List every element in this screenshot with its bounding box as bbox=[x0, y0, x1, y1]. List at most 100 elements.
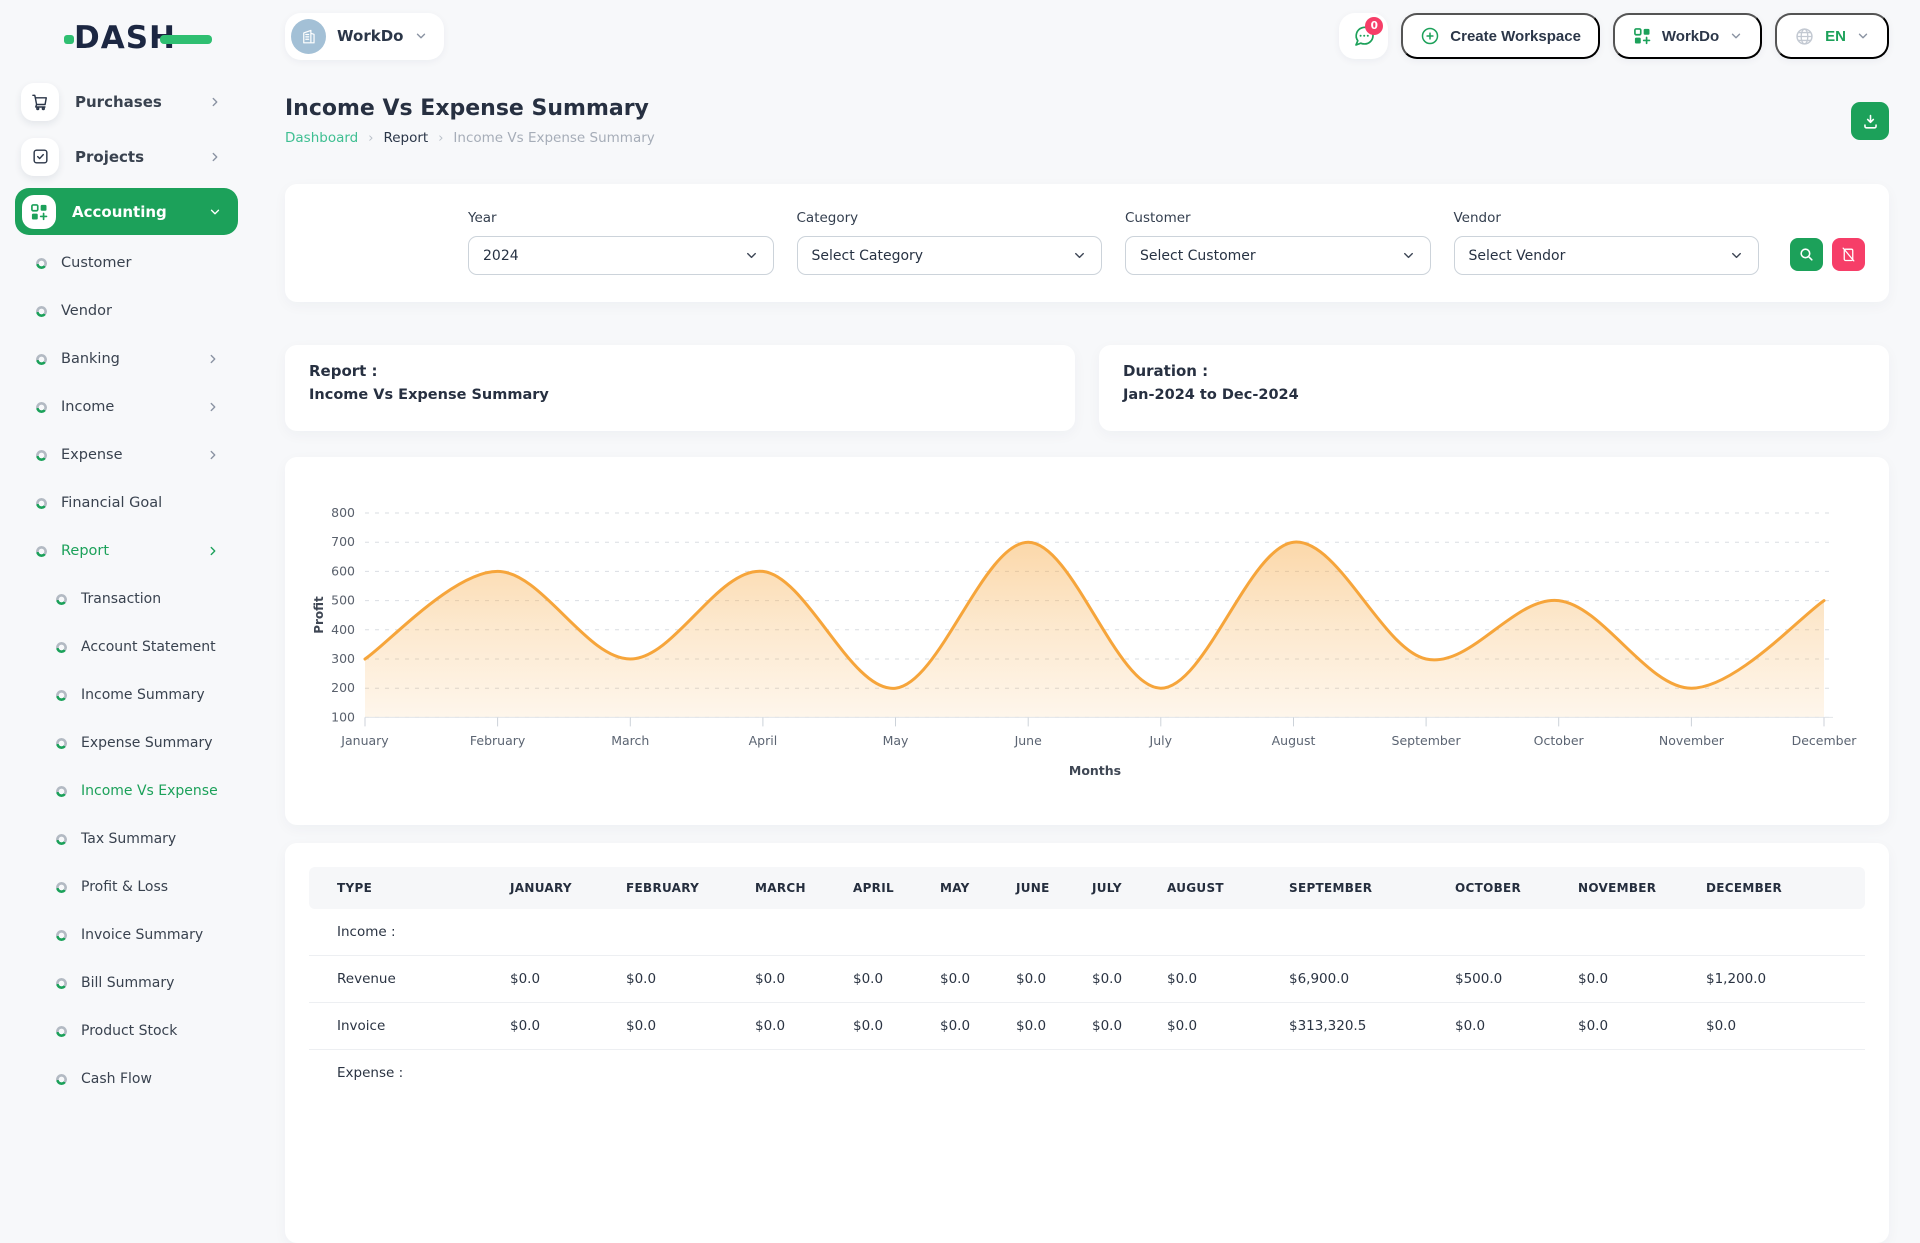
sidebar-item-banking[interactable]: Banking bbox=[0, 335, 240, 383]
sidebar-item-transaction[interactable]: Transaction bbox=[0, 575, 240, 623]
svg-text:100: 100 bbox=[331, 709, 355, 724]
page-header: Income Vs Expense Summary Dashboard›Repo… bbox=[285, 96, 1889, 146]
cell-december: $1,200.0 bbox=[1698, 956, 1865, 1003]
sidebar-item-expense-summary[interactable]: Expense Summary bbox=[0, 719, 240, 767]
cell-june bbox=[1008, 909, 1084, 956]
sidebar-item-account-statement[interactable]: Account Statement bbox=[0, 623, 240, 671]
cell-september bbox=[1281, 909, 1447, 956]
sidebar-item-vendor[interactable]: Vendor bbox=[0, 287, 240, 335]
language-selector[interactable]: EN bbox=[1775, 13, 1889, 59]
report-submenu: Transaction Account StatementIncome Summa… bbox=[0, 575, 240, 1103]
grid-plus-icon bbox=[22, 195, 56, 229]
workspace-menu-label: WorkDo bbox=[1662, 28, 1719, 45]
sidebar-item-bill-summary[interactable]: Bill Summary bbox=[0, 959, 240, 1007]
cell-december bbox=[1698, 1050, 1865, 1097]
download-report-button[interactable] bbox=[1851, 102, 1889, 140]
sidebar-item-accounting[interactable]: Accounting bbox=[15, 188, 238, 235]
cell-january bbox=[502, 909, 618, 956]
sidebar-item-income[interactable]: Income bbox=[0, 383, 240, 431]
sidebar-item-report[interactable]: Report bbox=[0, 527, 240, 575]
profit-chart-card: 100200300400500600700800JanuaryFebruaryM… bbox=[285, 457, 1889, 825]
breadcrumb-item-report[interactable]: Report bbox=[383, 130, 428, 146]
report-label: Report : bbox=[309, 362, 1051, 380]
sidebar-item-financial-goal[interactable]: Financial Goal bbox=[0, 479, 240, 527]
sidebar-item-label: Vendor bbox=[61, 303, 112, 319]
vendor-select[interactable]: Select Vendor bbox=[1454, 236, 1760, 275]
bullet-ring-icon bbox=[56, 786, 67, 797]
bullet-ring-icon bbox=[36, 402, 47, 413]
table-column-february: FEBRUARY bbox=[618, 867, 747, 909]
sidebar-item-customer[interactable]: Customer bbox=[0, 239, 240, 287]
customer-select[interactable]: Select Customer bbox=[1125, 236, 1431, 275]
sidebar-item-label: Cash Flow bbox=[81, 1071, 152, 1087]
sidebar-item-income-vs-expense[interactable]: Income Vs Expense bbox=[0, 767, 240, 815]
sidebar-item-label: Transaction bbox=[81, 591, 161, 607]
messages-button[interactable]: 0 bbox=[1339, 13, 1388, 59]
cell-september: $6,900.0 bbox=[1281, 956, 1447, 1003]
bullet-ring-icon bbox=[56, 690, 67, 701]
chevron-down-icon bbox=[1729, 29, 1743, 43]
cell-october: $500.0 bbox=[1447, 956, 1570, 1003]
sidebar-item-projects[interactable]: Projects bbox=[0, 129, 240, 184]
chevron-right-icon bbox=[206, 352, 220, 366]
sidebar-item-expense[interactable]: Expense bbox=[0, 431, 240, 479]
year-select[interactable]: 2024 bbox=[468, 236, 774, 275]
sidebar-item-label: Projects bbox=[75, 148, 144, 166]
table-column-type: TYPE bbox=[309, 867, 502, 909]
sidebar-item-label: Income bbox=[61, 399, 114, 415]
sidebar-item-profit-loss[interactable]: Profit & Loss bbox=[0, 863, 240, 911]
row-label: Expense : bbox=[309, 1050, 502, 1097]
chevron-down-icon bbox=[1072, 248, 1087, 263]
sidebar-item-label: Tax Summary bbox=[81, 831, 176, 847]
grid-plus-icon bbox=[1632, 26, 1652, 46]
income-expense-table: TYPEJANUARYFEBRUARYMARCHAPRILMAYJUNEJULY… bbox=[309, 867, 1865, 1096]
cell-april bbox=[845, 1050, 932, 1097]
chevron-right-icon bbox=[208, 150, 222, 164]
app-logo[interactable]: DASH bbox=[64, 16, 214, 60]
workspace-menu-button[interactable]: WorkDo bbox=[1613, 13, 1762, 59]
bullet-ring-icon bbox=[56, 642, 67, 653]
table-row-expense: Expense : bbox=[309, 1050, 1865, 1097]
svg-text:600: 600 bbox=[331, 563, 355, 578]
sidebar-item-label: Expense Summary bbox=[81, 735, 213, 751]
sidebar-item-purchases[interactable]: Purchases bbox=[0, 74, 240, 129]
sidebar-nav: Purchases Projects AccountingCustomer Vendo… bbox=[0, 74, 240, 1103]
filter-panel: Year 2024 Category Select Category Custo… bbox=[285, 184, 1889, 302]
svg-text:January: January bbox=[340, 733, 389, 748]
reset-filter-button[interactable] bbox=[1832, 238, 1865, 271]
sidebar-item-cash-flow[interactable]: Cash Flow bbox=[0, 1055, 240, 1103]
breadcrumb-item-dashboard[interactable]: Dashboard bbox=[285, 130, 358, 146]
cell-march: $0.0 bbox=[747, 1003, 845, 1050]
cell-may bbox=[932, 1050, 1008, 1097]
create-workspace-button[interactable]: Create Workspace bbox=[1401, 13, 1600, 59]
cart-icon bbox=[21, 83, 59, 121]
sidebar-item-label: Financial Goal bbox=[61, 495, 162, 511]
sidebar-item-tax-summary[interactable]: Tax Summary bbox=[0, 815, 240, 863]
cell-february bbox=[618, 1050, 747, 1097]
sidebar-item-label: Invoice Summary bbox=[81, 927, 203, 943]
sidebar-item-income-summary[interactable]: Income Summary bbox=[0, 671, 240, 719]
cell-october bbox=[1447, 1050, 1570, 1097]
sidebar-item-invoice-summary[interactable]: Invoice Summary bbox=[0, 911, 240, 959]
svg-text:800: 800 bbox=[331, 505, 355, 520]
bullet-ring-icon bbox=[36, 546, 47, 557]
svg-text:March: March bbox=[611, 733, 649, 748]
svg-text:500: 500 bbox=[331, 593, 355, 608]
category-select[interactable]: Select Category bbox=[797, 236, 1103, 275]
sidebar-item-product-stock[interactable]: Product Stock bbox=[0, 1007, 240, 1055]
page-title: Income Vs Expense Summary bbox=[285, 96, 655, 121]
workspace-selector[interactable]: WorkDo bbox=[285, 13, 444, 60]
customer-select-value: Select Customer bbox=[1140, 248, 1256, 264]
table-column-may: MAY bbox=[932, 867, 1008, 909]
profit-area-chart-svg: 100200300400500600700800JanuaryFebruaryM… bbox=[309, 471, 1865, 819]
apply-filter-button[interactable] bbox=[1790, 238, 1823, 271]
chevron-right-icon bbox=[206, 400, 220, 414]
cell-october bbox=[1447, 909, 1570, 956]
logo-accent-dot bbox=[64, 35, 74, 44]
category-select-value: Select Category bbox=[812, 248, 924, 264]
bullet-ring-icon bbox=[36, 306, 47, 317]
workspace-avatar bbox=[291, 19, 326, 54]
main-content: WorkDo 0 Create Workspace bbox=[240, 0, 1920, 1080]
topbar-actions: 0 Create Workspace WorkDo bbox=[1339, 13, 1889, 59]
language-label: EN bbox=[1825, 28, 1846, 45]
